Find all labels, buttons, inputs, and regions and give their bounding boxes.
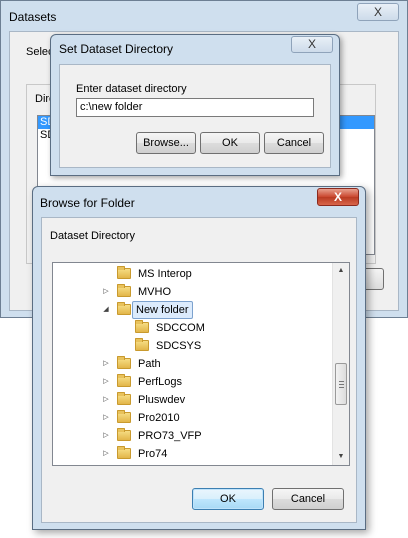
folder-icon — [117, 374, 131, 387]
tree-item-label: MVHO — [138, 286, 171, 298]
set-dir-title: Set Dataset Directory — [59, 42, 174, 56]
folder-icon — [117, 392, 131, 405]
folder-tree[interactable]: MS Interop ▷ MVHO ◢ New folder SDCCOM SD… — [52, 262, 350, 466]
grip-line — [339, 384, 344, 385]
browse-title: Browse for Folder — [40, 196, 135, 210]
tree-item-label: Pro2010 — [138, 412, 180, 424]
browse-button[interactable]: Browse... — [136, 132, 196, 154]
tree-item-label: Pluswdev — [138, 394, 186, 406]
tree-item-label: New folder — [132, 301, 193, 319]
browse-close-button[interactable]: X — [317, 188, 359, 206]
browse-for-folder-dialog: Browse for Folder X Dataset Directory MS… — [32, 186, 366, 530]
tree-item-label: SDCCOM — [156, 322, 205, 334]
set-dir-close-button[interactable]: X — [291, 36, 333, 53]
tree-item-label: Pro74 — [138, 448, 168, 460]
datasets-titlebar: Datasets X — [1, 1, 407, 31]
expand-arrow-icon[interactable]: ▷ — [101, 391, 111, 409]
tree-item-label: Path — [138, 358, 161, 370]
browse-cancel-button[interactable]: Cancel — [272, 488, 344, 510]
folder-icon — [117, 266, 131, 279]
scroll-down-arrow-icon[interactable]: ▼ — [333, 449, 349, 465]
datasets-close-button[interactable]: X — [357, 3, 399, 21]
collapse-arrow-icon[interactable]: ◢ — [101, 301, 111, 319]
folder-icon — [117, 284, 131, 297]
tree-item-label: SDCSYS — [156, 340, 202, 352]
tree-item-label: MS Interop — [138, 268, 192, 280]
grip-line — [339, 387, 344, 388]
expand-arrow-icon[interactable]: ▷ — [101, 373, 111, 391]
folder-icon — [117, 446, 131, 459]
set-dir-prompt: Enter dataset directory — [76, 83, 187, 95]
browse-client: Dataset Directory MS Interop ▷ MVHO ◢ Ne… — [41, 217, 357, 523]
expand-arrow-icon[interactable]: ▷ — [101, 427, 111, 445]
scroll-thumb[interactable] — [335, 363, 347, 405]
set-dataset-directory-dialog: Set Dataset Directory X Enter dataset di… — [50, 34, 340, 176]
folder-icon — [117, 356, 131, 369]
tree-item-label: PRO73_VFP — [138, 430, 202, 442]
expand-arrow-icon[interactable]: ▷ — [101, 445, 111, 463]
folder-icon — [135, 338, 149, 351]
folder-icon — [135, 320, 149, 333]
datasets-title: Datasets — [9, 10, 57, 24]
set-dir-client: Enter dataset directory c:\new folder Br… — [59, 64, 331, 168]
expand-arrow-icon[interactable]: ▷ — [101, 409, 111, 427]
expand-arrow-icon[interactable]: ▷ — [101, 283, 111, 301]
set-dir-cancel-button[interactable]: Cancel — [264, 132, 324, 154]
grip-line — [339, 381, 344, 382]
directory-input[interactable]: c:\new folder — [76, 98, 314, 117]
set-dir-ok-button[interactable]: OK — [200, 132, 260, 154]
folder-icon — [117, 428, 131, 441]
tree-item-label: PerfLogs — [138, 376, 183, 388]
scroll-up-arrow-icon[interactable]: ▲ — [333, 263, 349, 279]
browse-prompt: Dataset Directory — [50, 230, 135, 242]
browse-ok-button[interactable]: OK — [192, 488, 264, 510]
folder-icon — [117, 302, 131, 315]
tree-scrollbar[interactable]: ▲ ▼ — [332, 263, 349, 465]
expand-arrow-icon[interactable]: ▷ — [101, 355, 111, 373]
folder-icon — [117, 410, 131, 423]
